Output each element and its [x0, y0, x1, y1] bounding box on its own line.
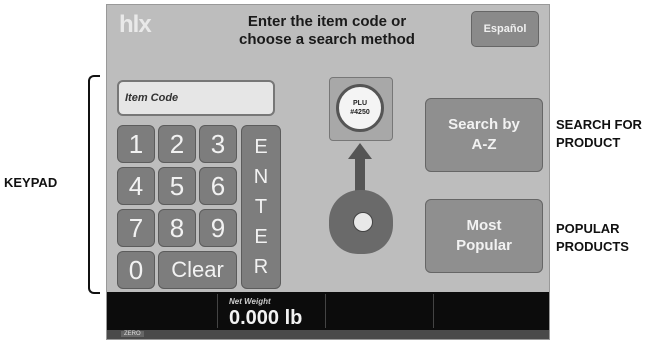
key-4[interactable]: 4 — [117, 167, 155, 205]
search-annotation: SEARCH FOR PRODUCT — [556, 116, 642, 152]
key-6[interactable]: 6 — [199, 167, 237, 205]
status-divider — [433, 294, 434, 328]
search-az-line2: A-Z — [471, 136, 497, 153]
plu-number: #4250 — [350, 109, 370, 116]
popular-annotation: POPULAR PRODUCTS — [556, 220, 629, 256]
status-divider — [217, 294, 218, 328]
keypad-bracket — [88, 75, 100, 294]
popular-annotation-line2: PRODUCTS — [556, 239, 629, 254]
net-weight-value: 0.000 lb — [229, 307, 303, 329]
key-3[interactable]: 3 — [199, 125, 237, 163]
most-popular-line1: Most — [466, 217, 502, 234]
title-line1: Enter the item code or — [247, 13, 407, 30]
popular-annotation-line1: POPULAR — [556, 221, 620, 236]
enter-button[interactable]: E N T E R — [241, 125, 281, 289]
kiosk-screen: hlx Enter the item code or choose a sear… — [106, 4, 550, 340]
most-popular-line2: Popular — [456, 237, 512, 254]
key-8[interactable]: 8 — [158, 209, 196, 247]
status-divider — [325, 294, 326, 328]
enter-letter: N — [253, 165, 269, 188]
key-5[interactable]: 5 — [158, 167, 196, 205]
enter-letter: E — [254, 225, 268, 248]
apple-sticker — [353, 212, 373, 232]
apple-image — [329, 190, 393, 254]
key-0[interactable]: 0 — [117, 251, 155, 289]
item-code-input[interactable]: Item Code — [117, 80, 275, 116]
key-1[interactable]: 1 — [117, 125, 155, 163]
search-annotation-line1: SEARCH FOR — [556, 117, 642, 132]
zero-tag: ZERO — [121, 331, 144, 337]
enter-letter: R — [253, 255, 269, 278]
search-by-az-button[interactable]: Search by A-Z — [425, 98, 543, 172]
page-title: Enter the item code or choose a search m… — [207, 13, 447, 49]
search-annotation-line2: PRODUCT — [556, 135, 621, 150]
plu-label: PLU — [353, 100, 367, 107]
most-popular-button[interactable]: Most Popular — [425, 199, 543, 273]
footer-bar — [107, 330, 549, 339]
enter-letter: E — [254, 135, 268, 158]
brand-logo: hlx — [119, 11, 152, 38]
net-weight-label: Net Weight — [229, 297, 271, 306]
key-9[interactable]: 9 — [199, 209, 237, 247]
status-bar — [107, 292, 549, 330]
search-az-line1: Search by — [448, 116, 520, 133]
plu-sticker: PLU #4250 — [336, 84, 384, 132]
enter-letter: T — [254, 195, 268, 218]
key-7[interactable]: 7 — [117, 209, 155, 247]
plu-sticker-image: PLU #4250 — [329, 77, 393, 141]
clear-button[interactable]: Clear — [158, 251, 237, 289]
keypad-annotation: KEYPAD — [4, 175, 58, 190]
key-2[interactable]: 2 — [158, 125, 196, 163]
language-button[interactable]: Español — [471, 11, 539, 47]
title-line2: choose a search method — [239, 31, 415, 48]
